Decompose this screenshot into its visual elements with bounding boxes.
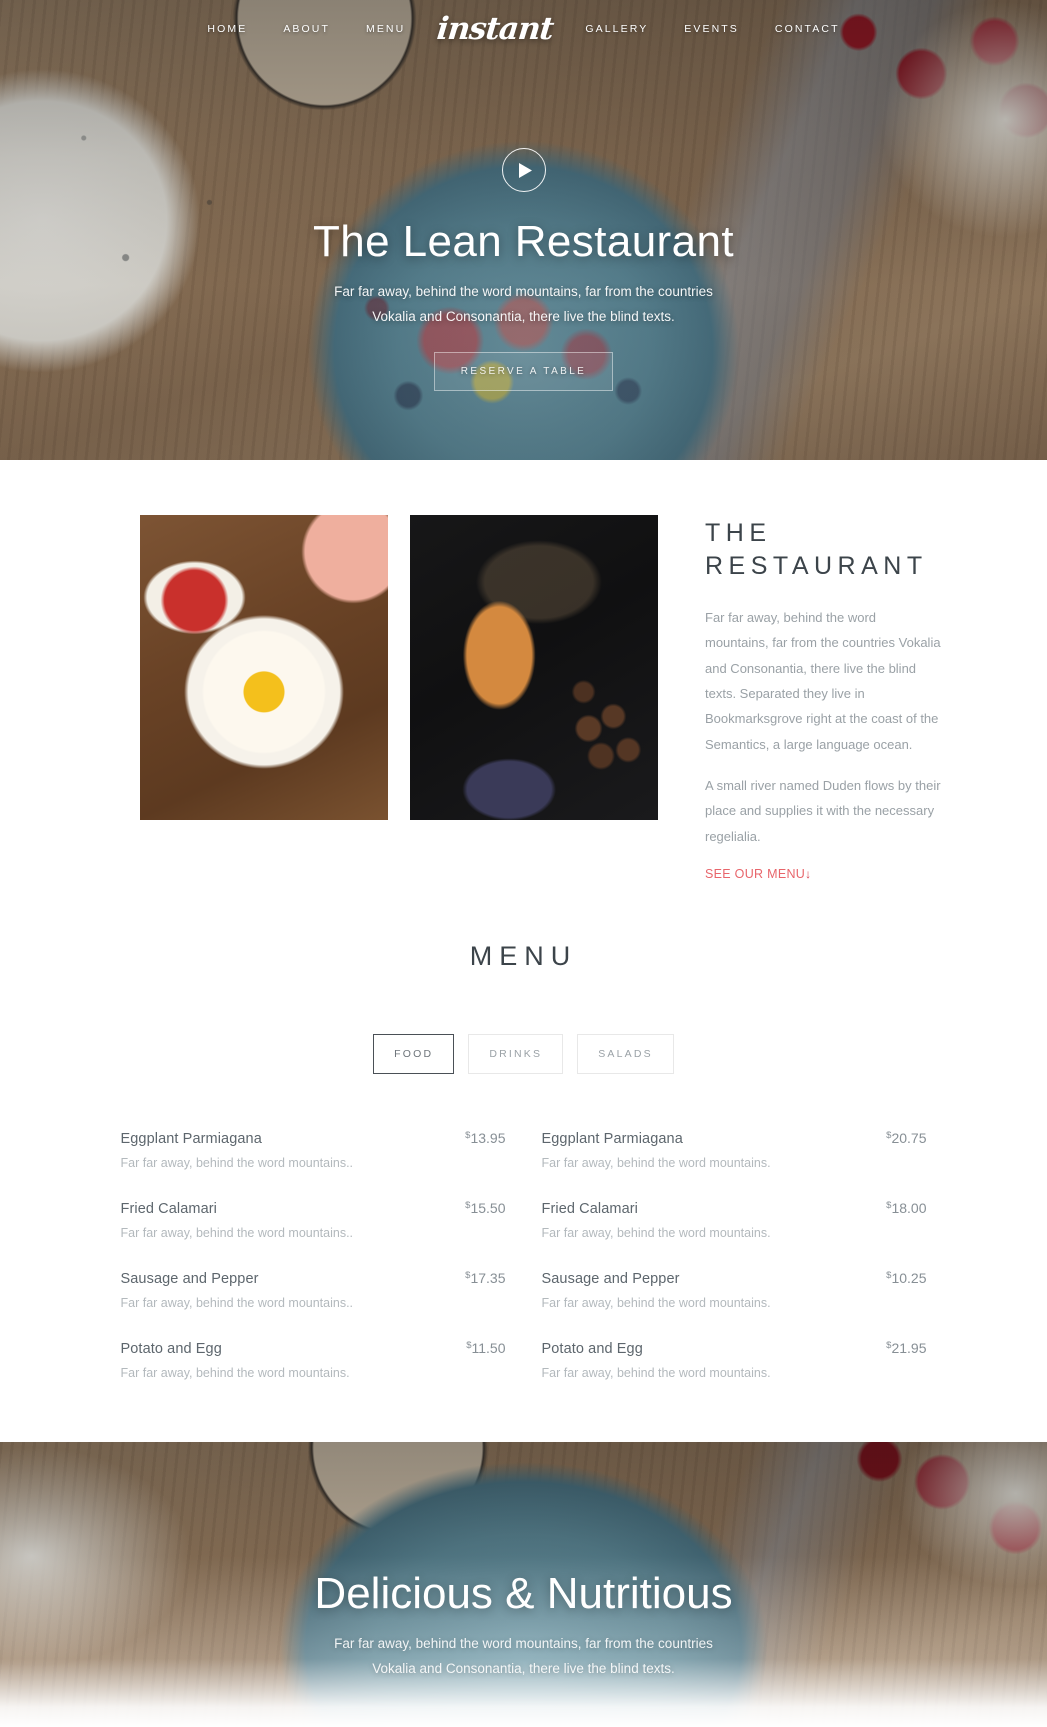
about-image-croissant <box>410 515 658 820</box>
menu-item-description: Far far away, behind the word mountains. <box>120 1366 350 1381</box>
about-heading-line1: THE <box>705 519 772 547</box>
hero-content: The Lean Restaurant Far far away, behind… <box>0 0 1047 460</box>
play-icon[interactable] <box>501 148 546 192</box>
menu-item-name: Sausage and Pepper <box>120 1271 259 1288</box>
nav-item-menu[interactable]: MENU <box>348 23 423 35</box>
about-heading-line2: RESTAURANT <box>705 552 928 580</box>
reserve-a-table-button[interactable]: RESERVE A TABLE <box>433 352 614 392</box>
tab-drinks[interactable]: DRINKS <box>468 1034 564 1075</box>
nav-item-gallery[interactable]: GALLERY <box>567 23 666 35</box>
cta-title: Delicious & Nutritious <box>314 1569 733 1619</box>
menu-column-right: Eggplant Parmiagana $20.75 Far far away,… <box>542 1130 927 1380</box>
menu-item-description: Far far away, behind the word mountains.… <box>120 1156 354 1171</box>
menu-item-name: Eggplant Parmiagana <box>120 1131 262 1148</box>
about-image-pair <box>140 515 658 883</box>
site-logo[interactable]: instant <box>421 11 569 47</box>
main-navigation: HOME ABOUT MENU instant GALLERY EVENTS C… <box>0 0 1047 58</box>
nav-item-contact[interactable]: CONTACT <box>757 23 858 35</box>
menu-item[interactable]: Sausage and Pepper $10.25 Far far away, … <box>542 1270 927 1310</box>
menu-item-name: Potato and Egg <box>541 1341 643 1358</box>
about-section: THE RESTAURANT Far far away, behind the … <box>0 460 1047 883</box>
hero-subtitle: Far far away, behind the word mountains,… <box>334 284 713 325</box>
price-value: 11.50 <box>471 1340 506 1357</box>
menu-item[interactable]: Sausage and Pepper $17.35 Far far away, … <box>121 1270 506 1310</box>
menu-item[interactable]: Potato and Egg $11.50 Far far away, behi… <box>121 1340 506 1380</box>
price-value: 13.95 <box>470 1130 506 1147</box>
arrow-down-icon: ↓ <box>805 867 812 882</box>
menu-item-name: Eggplant Parmiagana <box>541 1131 683 1148</box>
nav-item-home[interactable]: HOME <box>189 23 265 35</box>
menu-item-price: $20.75 <box>886 1130 926 1146</box>
menu-item-price: $13.95 <box>465 1130 505 1146</box>
see-our-menu-label: SEE OUR MENU <box>705 867 806 882</box>
price-value: 15.50 <box>470 1200 506 1217</box>
menu-item-price: $17.35 <box>465 1270 505 1286</box>
menu-item-price: $21.95 <box>886 1340 926 1356</box>
menu-item-description: Far far away, behind the word mountains. <box>541 1226 771 1241</box>
about-heading: THE RESTAURANT <box>705 517 941 583</box>
menu-section: MENU FOOD DRINKS SALADS Eggplant Parmiag… <box>0 883 1047 1442</box>
about-paragraph-1: Far far away, behind the word mountains,… <box>705 610 941 752</box>
price-value: 10.25 <box>891 1270 927 1287</box>
price-value: 21.95 <box>891 1340 927 1357</box>
cta-section: Delicious & Nutritious Far far away, beh… <box>0 1442 1047 1727</box>
menu-item-name: Sausage and Pepper <box>541 1271 680 1288</box>
menu-category-tabs: FOOD DRINKS SALADS <box>0 1034 1047 1075</box>
menu-item-price: $18.00 <box>886 1200 926 1216</box>
menu-item[interactable]: Fried Calamari $18.00 Far far away, behi… <box>542 1200 927 1240</box>
menu-column-left: Eggplant Parmiagana $13.95 Far far away,… <box>121 1130 506 1380</box>
menu-item-price: $11.50 <box>466 1340 505 1356</box>
menu-item-name: Fried Calamari <box>541 1201 638 1218</box>
menu-item-description: Far far away, behind the word mountains. <box>541 1156 771 1171</box>
price-value: 18.00 <box>891 1200 927 1217</box>
menu-item[interactable]: Eggplant Parmiagana $20.75 Far far away,… <box>542 1130 927 1170</box>
menu-item-description: Far far away, behind the word mountains. <box>541 1366 771 1381</box>
about-paragraph-2: A small river named Duden flows by their… <box>705 778 941 844</box>
price-value: 20.75 <box>891 1130 927 1147</box>
menu-item-name: Fried Calamari <box>120 1201 217 1218</box>
menu-item[interactable]: Eggplant Parmiagana $13.95 Far far away,… <box>121 1130 506 1170</box>
cta-content: Delicious & Nutritious Far far away, beh… <box>0 1442 1047 1727</box>
menu-item-price: $15.50 <box>465 1200 505 1216</box>
hero-section: HOME ABOUT MENU instant GALLERY EVENTS C… <box>0 0 1047 460</box>
nav-item-events[interactable]: EVENTS <box>666 23 757 35</box>
menu-item[interactable]: Potato and Egg $21.95 Far far away, behi… <box>542 1340 927 1380</box>
menu-item-price: $10.25 <box>886 1270 926 1286</box>
about-image-egg-toast <box>140 515 388 820</box>
see-our-menu-link[interactable]: SEE OUR MENU↓ <box>705 867 811 881</box>
about-text-block: THE RESTAURANT Far far away, behind the … <box>705 515 941 883</box>
tab-salads[interactable]: SALADS <box>577 1034 674 1075</box>
menu-heading: MENU <box>469 941 578 972</box>
menu-item-description: Far far away, behind the word mountains. <box>541 1296 771 1311</box>
nav-left-group: HOME ABOUT MENU <box>189 23 423 35</box>
price-value: 17.35 <box>470 1270 506 1287</box>
menu-item-description: Far far away, behind the word mountains.… <box>120 1296 354 1311</box>
cta-subtitle: Far far away, behind the word mountains,… <box>334 1636 713 1677</box>
nav-item-about[interactable]: ABOUT <box>265 23 348 35</box>
menu-item-description: Far far away, behind the word mountains.… <box>120 1226 354 1241</box>
menu-items-grid: Eggplant Parmiagana $13.95 Far far away,… <box>121 1130 927 1380</box>
nav-right-group: GALLERY EVENTS CONTACT <box>567 23 857 35</box>
tab-food[interactable]: FOOD <box>373 1034 455 1075</box>
hero-title: The Lean Restaurant <box>313 217 734 266</box>
menu-item-name: Potato and Egg <box>120 1341 222 1358</box>
menu-item[interactable]: Fried Calamari $15.50 Far far away, behi… <box>121 1200 506 1240</box>
